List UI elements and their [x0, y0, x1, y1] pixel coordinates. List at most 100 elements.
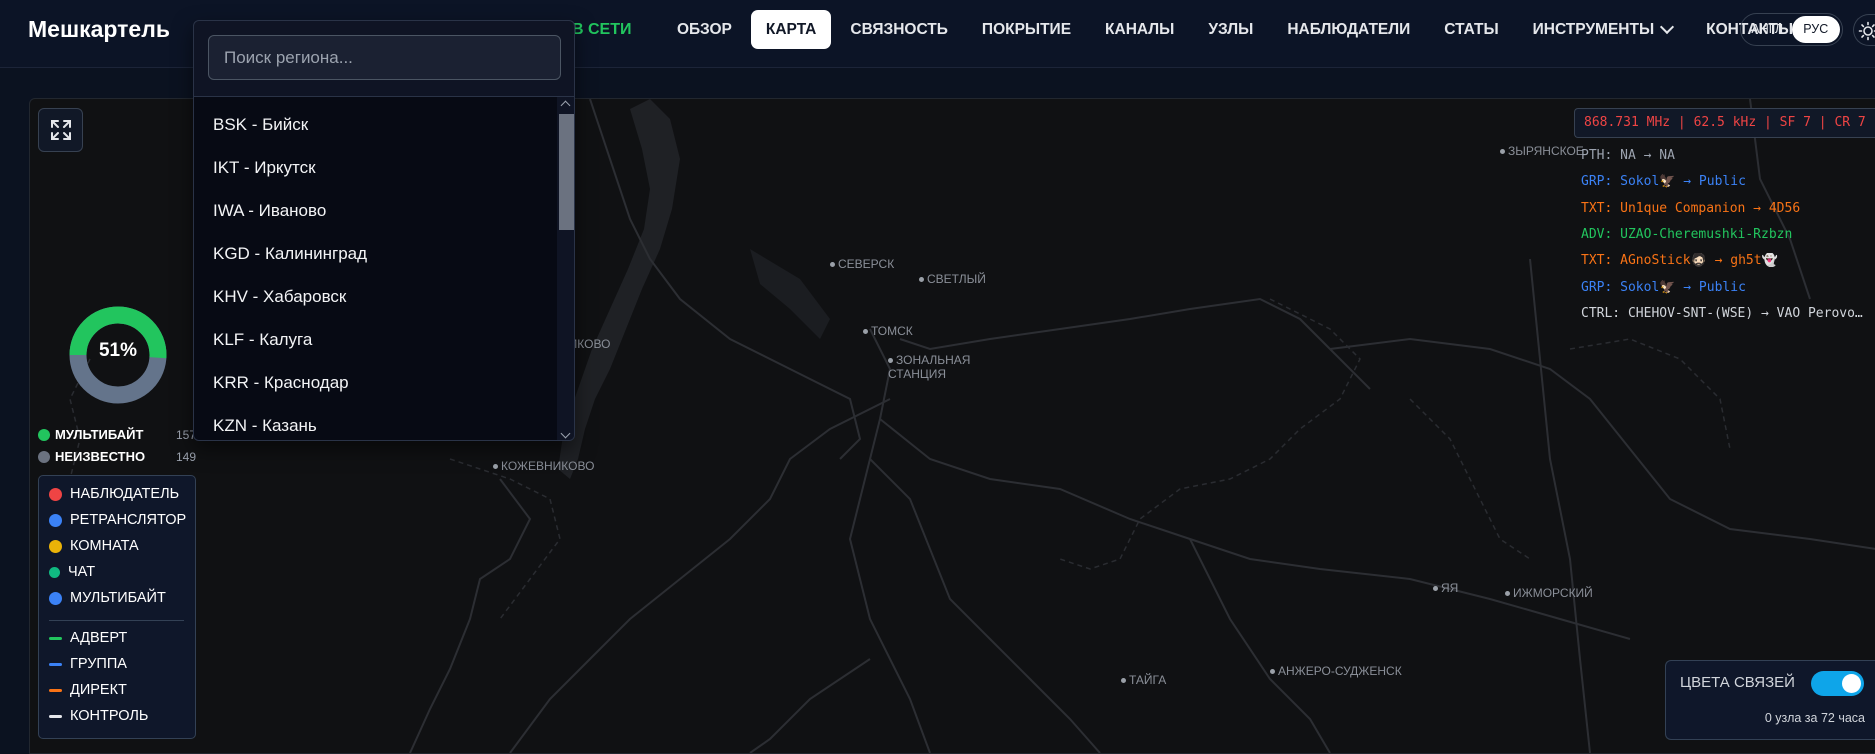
feed-line: GRP: Sokol🦅 → Public	[1581, 280, 1746, 295]
legend-multibyte: МУЛЬТИБАЙТ	[49, 590, 166, 606]
scroll-down-icon[interactable]	[560, 428, 571, 439]
status-dot	[38, 450, 50, 463]
place-dot	[1500, 149, 1505, 155]
place-label: ИЖМОРСКИЙ	[1505, 586, 1593, 600]
place-label: СВЕТЛЫЙ	[919, 272, 986, 286]
legend-divider	[49, 620, 184, 621]
nav-tools[interactable]: ИНСТРУМЕНТЫ	[1516, 10, 1689, 49]
nav-connectivity[interactable]: СВЯЗНОСТЬ	[833, 10, 965, 49]
nav-label: НАБЛЮДАТЕЛИ	[1287, 21, 1411, 38]
place-label: ТАЙГА	[1121, 673, 1166, 687]
legend-label: ЧАТ	[68, 564, 96, 580]
legend-dot	[49, 513, 62, 527]
stat-label: НЕИЗВЕСТНО	[55, 449, 146, 464]
legend-line	[49, 662, 62, 666]
place-name: ТАЙГА	[1129, 673, 1167, 687]
link-colors-label: ЦВЕТА СВЯЗЕЙ	[1680, 674, 1795, 691]
legend-label: ДИРЕКТ	[70, 682, 127, 698]
place-name: ЗЫРЯНСКОЕ	[1508, 144, 1584, 158]
place-label: ЗЫРЯНСКОЕ	[1500, 144, 1584, 158]
legend-label: КОНТРОЛЬ	[70, 708, 149, 724]
online-status: В СЕТИ	[572, 21, 632, 38]
nav-label: УЗЛЫ	[1208, 21, 1254, 38]
toggle-knob	[1842, 674, 1861, 693]
legend-line	[49, 714, 62, 718]
place-label: ЯЯ	[1433, 581, 1458, 595]
fullscreen-button[interactable]	[38, 108, 83, 152]
place-name: СВЕТЛЫЙ	[927, 272, 986, 286]
place-name: КОЖЕВНИКОВО	[501, 459, 595, 473]
place-dot	[1270, 669, 1275, 675]
legend-dot	[49, 566, 60, 578]
place-dot	[1505, 591, 1510, 597]
feed-line: ADV: UZAO-Cheremushki-Rzbzn	[1581, 227, 1793, 242]
region-dropdown: BSK - Бийск IKT - Иркутск IWA - Иваново …	[193, 20, 575, 441]
nav-channels[interactable]: КАНАЛЫ	[1088, 10, 1191, 49]
legend-label: АДВЕРТ	[70, 630, 128, 646]
nav-coverage[interactable]: ПОКРЫТИЕ	[965, 10, 1088, 49]
scroll-up-icon[interactable]	[560, 100, 571, 111]
legend-direct: ДИРЕКТ	[49, 682, 127, 698]
legend-dot	[49, 591, 62, 605]
place-dot	[1433, 586, 1438, 592]
place-label: ЗОНАЛЬНАЯ СТАНЦИЯ	[888, 353, 998, 381]
chevron-down-icon	[1660, 19, 1675, 35]
legend-advert: АДВЕРТ	[49, 630, 127, 646]
nav-label: КАРТА	[765, 21, 817, 38]
nav-map[interactable]: КАРТА	[750, 10, 832, 49]
place-name: АНЖЕРО-СУДЖЕНСК	[1278, 664, 1402, 678]
legend-label: РЕТРАНСЛЯТОР	[70, 512, 187, 528]
feed-line: TXT: Un1que Companion → 4D56	[1581, 201, 1801, 216]
region-list[interactable]: BSK - Бийск IKT - Иркутск IWA - Иваново …	[194, 97, 557, 440]
legend-chat: ЧАТ	[49, 564, 95, 580]
legend-observer: НАБЛЮДАТЕЛЬ	[49, 486, 179, 502]
legend-label: НАБЛЮДАТЕЛЬ	[70, 486, 180, 502]
scrollbar-thumb[interactable]	[559, 114, 574, 230]
lang-ru-button[interactable]: РУС	[1791, 16, 1840, 43]
region-search-input[interactable]	[208, 35, 561, 80]
nav-nodes[interactable]: УЗЛЫ	[1191, 10, 1270, 49]
legend-room: КОМНАТА	[49, 538, 139, 554]
region-option[interactable]: KGD - Калининград	[213, 244, 367, 264]
link-colors-toggle[interactable]	[1811, 671, 1864, 696]
lang-en-button[interactable]: АНГЛ	[1743, 16, 1792, 43]
stat-label: МУЛЬТИБАЙТ	[55, 427, 144, 442]
nav-label: ПОКРЫТИЕ	[981, 21, 1072, 38]
legend-line	[49, 636, 62, 640]
nav-label: СВЯЗНОСТЬ	[850, 21, 948, 38]
nav-label: ОБЗОР	[677, 21, 732, 38]
brand-logo[interactable]: Мешкартель	[28, 16, 170, 43]
nav-label: КАНАЛЫ	[1105, 21, 1175, 38]
region-option[interactable]: IKT - Иркутск	[213, 158, 316, 178]
stat-row-unknown: НЕИЗВЕСТНО 149	[38, 449, 196, 464]
place-dot	[1121, 678, 1126, 684]
region-option[interactable]: BSK - Бийск	[213, 115, 308, 135]
place-label: АНЖЕРО-СУДЖЕНСК	[1270, 664, 1402, 678]
place-name: СЕВЕРСК	[838, 257, 895, 271]
main-nav: ОБЗОР КАРТА СВЯЗНОСТЬ ПОКРЫТИЕ КАНАЛЫ УЗ…	[660, 10, 1810, 49]
place-label: КОЖЕВНИКОВО	[493, 459, 594, 473]
feed-line: TXT: AGnoStick🧔🏻 → gh5t👻	[1581, 253, 1778, 268]
status-dot	[38, 428, 50, 441]
region-option[interactable]: IWA - Иваново	[213, 201, 326, 221]
stat-row-multibyte: МУЛЬТИБАЙТ 157	[38, 427, 196, 442]
region-option[interactable]: KHV - Хабаровск	[213, 287, 346, 307]
region-option[interactable]: KZN - Казань	[213, 416, 317, 436]
nodes-count-text: 0 узла за 72 часа	[1764, 711, 1865, 725]
region-option[interactable]: KLF - Калуга	[213, 330, 312, 350]
theme-toggle-button[interactable]	[1853, 14, 1875, 46]
legend-dot	[49, 539, 62, 553]
place-dot	[888, 358, 893, 364]
nav-observers[interactable]: НАБЛЮДАТЕЛИ	[1270, 10, 1427, 49]
nav-stats[interactable]: СТАТЫ	[1427, 10, 1515, 49]
map-legend: НАБЛЮДАТЕЛЬ РЕТРАНСЛЯТОР КОМНАТА ЧАТ МУЛ…	[38, 475, 196, 739]
feed-line: CTRL: CHEHOV-SNT-(WSE) → VAO Perovo…	[1581, 306, 1863, 321]
legend-dot	[49, 487, 62, 501]
legend-label: ГРУППА	[70, 656, 127, 672]
nav-label: ИНСТРУМЕНТЫ	[1532, 21, 1655, 38]
donut-percent-label: 51%	[98, 340, 138, 361]
region-list-scrollbar[interactable]	[557, 97, 574, 440]
region-option[interactable]: KRR - Краснодар	[213, 373, 349, 393]
nav-overview[interactable]: ОБЗОР	[660, 10, 749, 49]
legend-control: КОНТРОЛЬ	[49, 708, 148, 724]
